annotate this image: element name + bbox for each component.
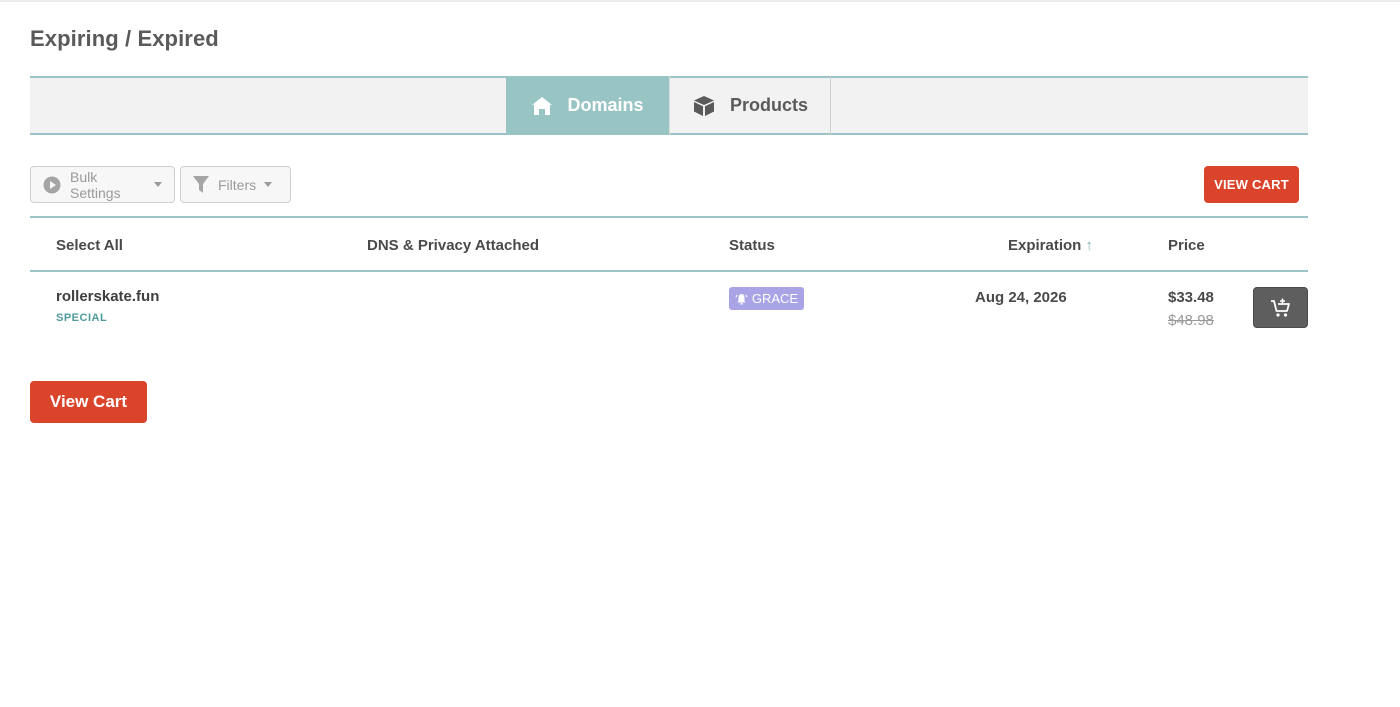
- filters-button[interactable]: Filters: [180, 166, 291, 203]
- cart-plus-icon: [1270, 298, 1292, 318]
- status-badge: GRACE: [729, 287, 804, 310]
- original-price: $48.98: [1168, 312, 1214, 329]
- play-circle-icon: [43, 176, 61, 194]
- add-to-cart-button[interactable]: [1253, 287, 1308, 328]
- table-top-border: [30, 216, 1308, 218]
- alarm-bell-icon: [735, 293, 748, 305]
- view-cart-button-top[interactable]: VIEW CART: [1204, 166, 1299, 203]
- house-icon: [531, 95, 553, 117]
- bulk-settings-label: Bulk Settings: [70, 168, 121, 201]
- select-all-header[interactable]: Select All: [56, 237, 123, 254]
- price-header: Price: [1168, 237, 1205, 254]
- filters-label: Filters: [218, 176, 257, 193]
- tab-domains-label: Domains: [567, 95, 644, 115]
- tab-domains[interactable]: Domains: [506, 76, 669, 143]
- active-tab-indicator: [578, 135, 596, 143]
- chevron-down-icon: [264, 182, 273, 187]
- current-price: $33.48: [1168, 289, 1214, 306]
- tab-products-label: Products: [729, 95, 808, 115]
- bulk-settings-button[interactable]: Bulk Settings: [30, 166, 175, 203]
- top-divider: [0, 0, 1400, 2]
- chevron-down-icon: [154, 182, 162, 187]
- special-tag: SPECIAL: [56, 312, 108, 324]
- tab-products[interactable]: Products: [669, 76, 831, 135]
- expiration-header-label: Expiration: [1008, 237, 1082, 254]
- funnel-icon: [193, 175, 209, 194]
- status-header: Status: [729, 237, 775, 254]
- dns-privacy-header: DNS & Privacy Attached: [367, 237, 540, 254]
- page-title: Expiring / Expired: [30, 26, 219, 51]
- box-icon: [692, 94, 716, 118]
- status-badge-label: GRACE: [751, 291, 799, 306]
- sort-ascending-icon: ↑: [1085, 237, 1093, 254]
- view-cart-button-bottom[interactable]: View Cart: [30, 381, 147, 423]
- tab-bar: Domains Products: [30, 76, 1308, 143]
- table-header-border: [30, 270, 1308, 272]
- domain-name[interactable]: rollerskate.fun: [56, 288, 159, 305]
- expiration-header[interactable]: Expiration ↑: [1008, 237, 1093, 254]
- expiration-date: Aug 24, 2026: [975, 289, 1067, 306]
